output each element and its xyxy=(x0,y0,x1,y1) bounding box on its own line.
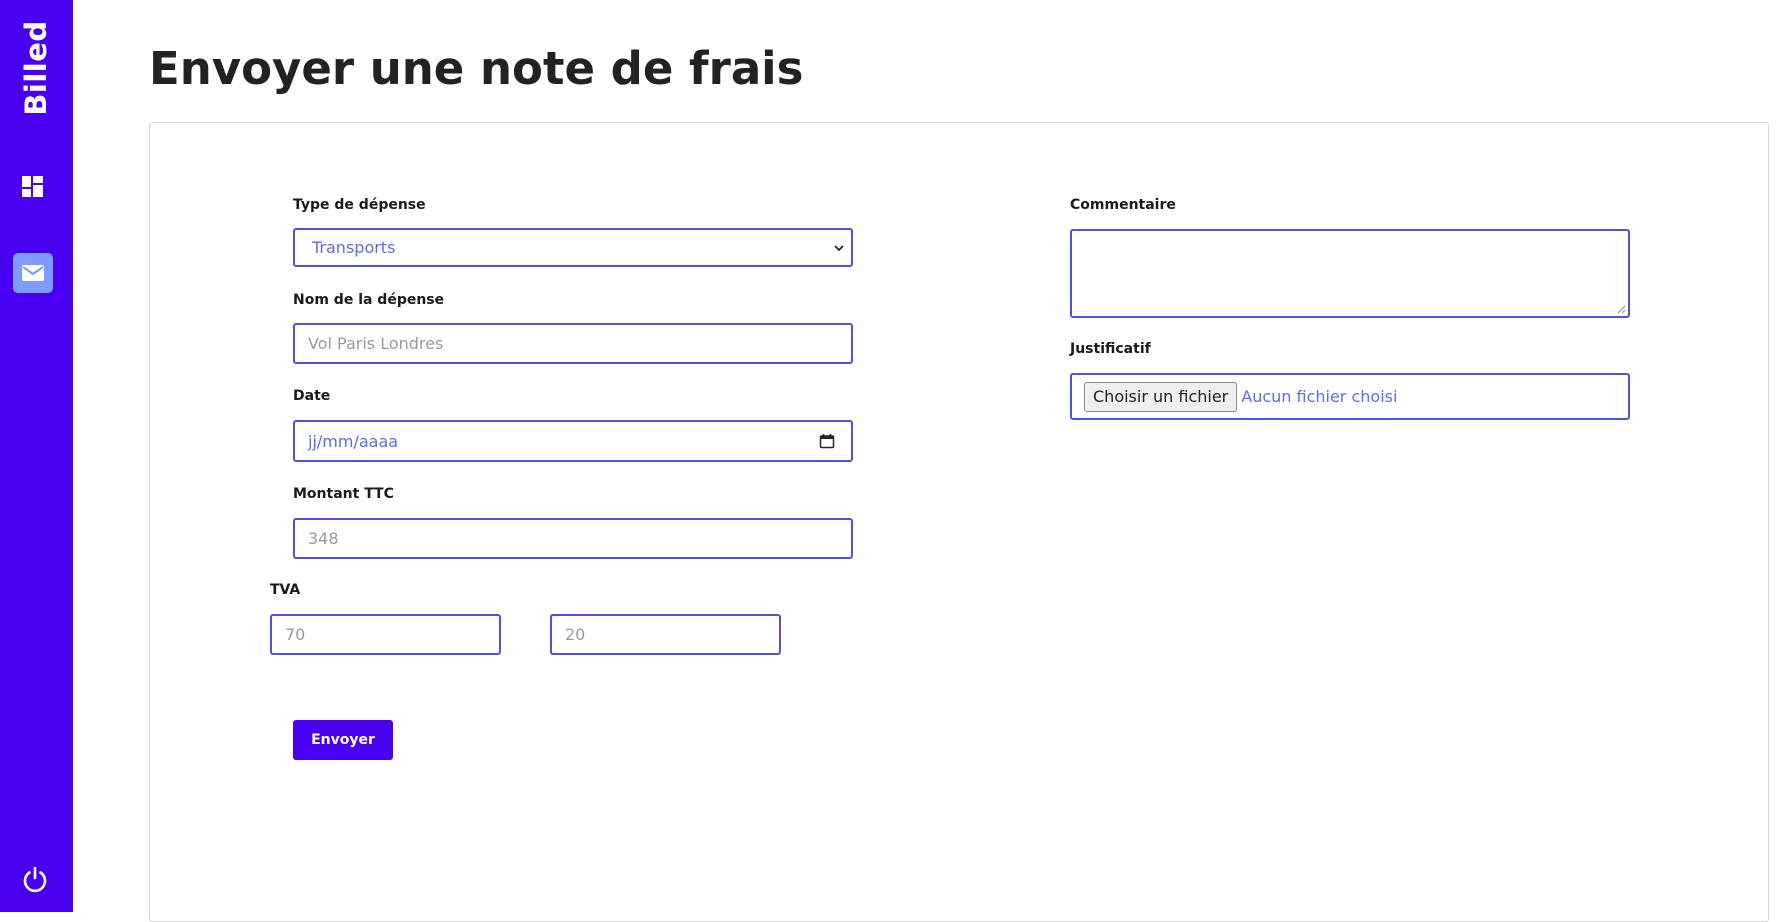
tva-amount-placeholder: 70 xyxy=(285,625,306,644)
expense-type-label: Type de dépense xyxy=(293,197,426,213)
comment-textarea[interactable] xyxy=(1070,229,1630,318)
choose-file-button[interactable]: Choisir un fichier xyxy=(1084,381,1238,412)
date-input[interactable]: jj/mm/aaaa xyxy=(293,420,853,462)
dashboard-icon[interactable] xyxy=(22,176,43,197)
page-title: Envoyer une note de frais xyxy=(149,42,804,95)
expense-name-label: Nom de la dépense xyxy=(293,292,445,308)
file-status: Aucun fichier choisi xyxy=(1241,387,1398,406)
expense-name-placeholder: Vol Paris Londres xyxy=(308,334,444,353)
amount-input[interactable]: 348 xyxy=(293,518,853,559)
expense-name-input[interactable]: Vol Paris Londres xyxy=(293,323,853,364)
brand-logo: Billed xyxy=(19,20,53,116)
tva-percent-placeholder: 20 xyxy=(565,625,586,644)
amount-placeholder: 348 xyxy=(308,529,339,548)
amount-label: Montant TTC xyxy=(293,486,394,502)
submit-button[interactable]: Envoyer xyxy=(293,720,393,760)
calendar-icon[interactable] xyxy=(819,433,835,449)
power-icon[interactable] xyxy=(21,865,49,893)
tva-amount-input[interactable]: 70 xyxy=(270,614,501,655)
expense-type-value: Transports xyxy=(312,238,396,257)
proof-file-input[interactable]: Choisir un fichier Aucun fichier choisi xyxy=(1070,373,1630,420)
expense-type-select[interactable]: Transports xyxy=(293,228,853,267)
tva-percent-input[interactable]: 20 xyxy=(550,614,781,655)
mail-icon[interactable] xyxy=(13,253,53,293)
sidebar: Billed xyxy=(0,0,73,912)
chevron-down-icon xyxy=(834,244,844,251)
date-label: Date xyxy=(293,388,331,404)
proof-label: Justificatif xyxy=(1070,341,1151,357)
comment-label: Commentaire xyxy=(1070,197,1176,213)
date-placeholder: jj/mm/aaaa xyxy=(308,431,399,451)
tva-label: TVA xyxy=(270,582,301,598)
resize-handle-icon[interactable] xyxy=(1616,304,1626,314)
